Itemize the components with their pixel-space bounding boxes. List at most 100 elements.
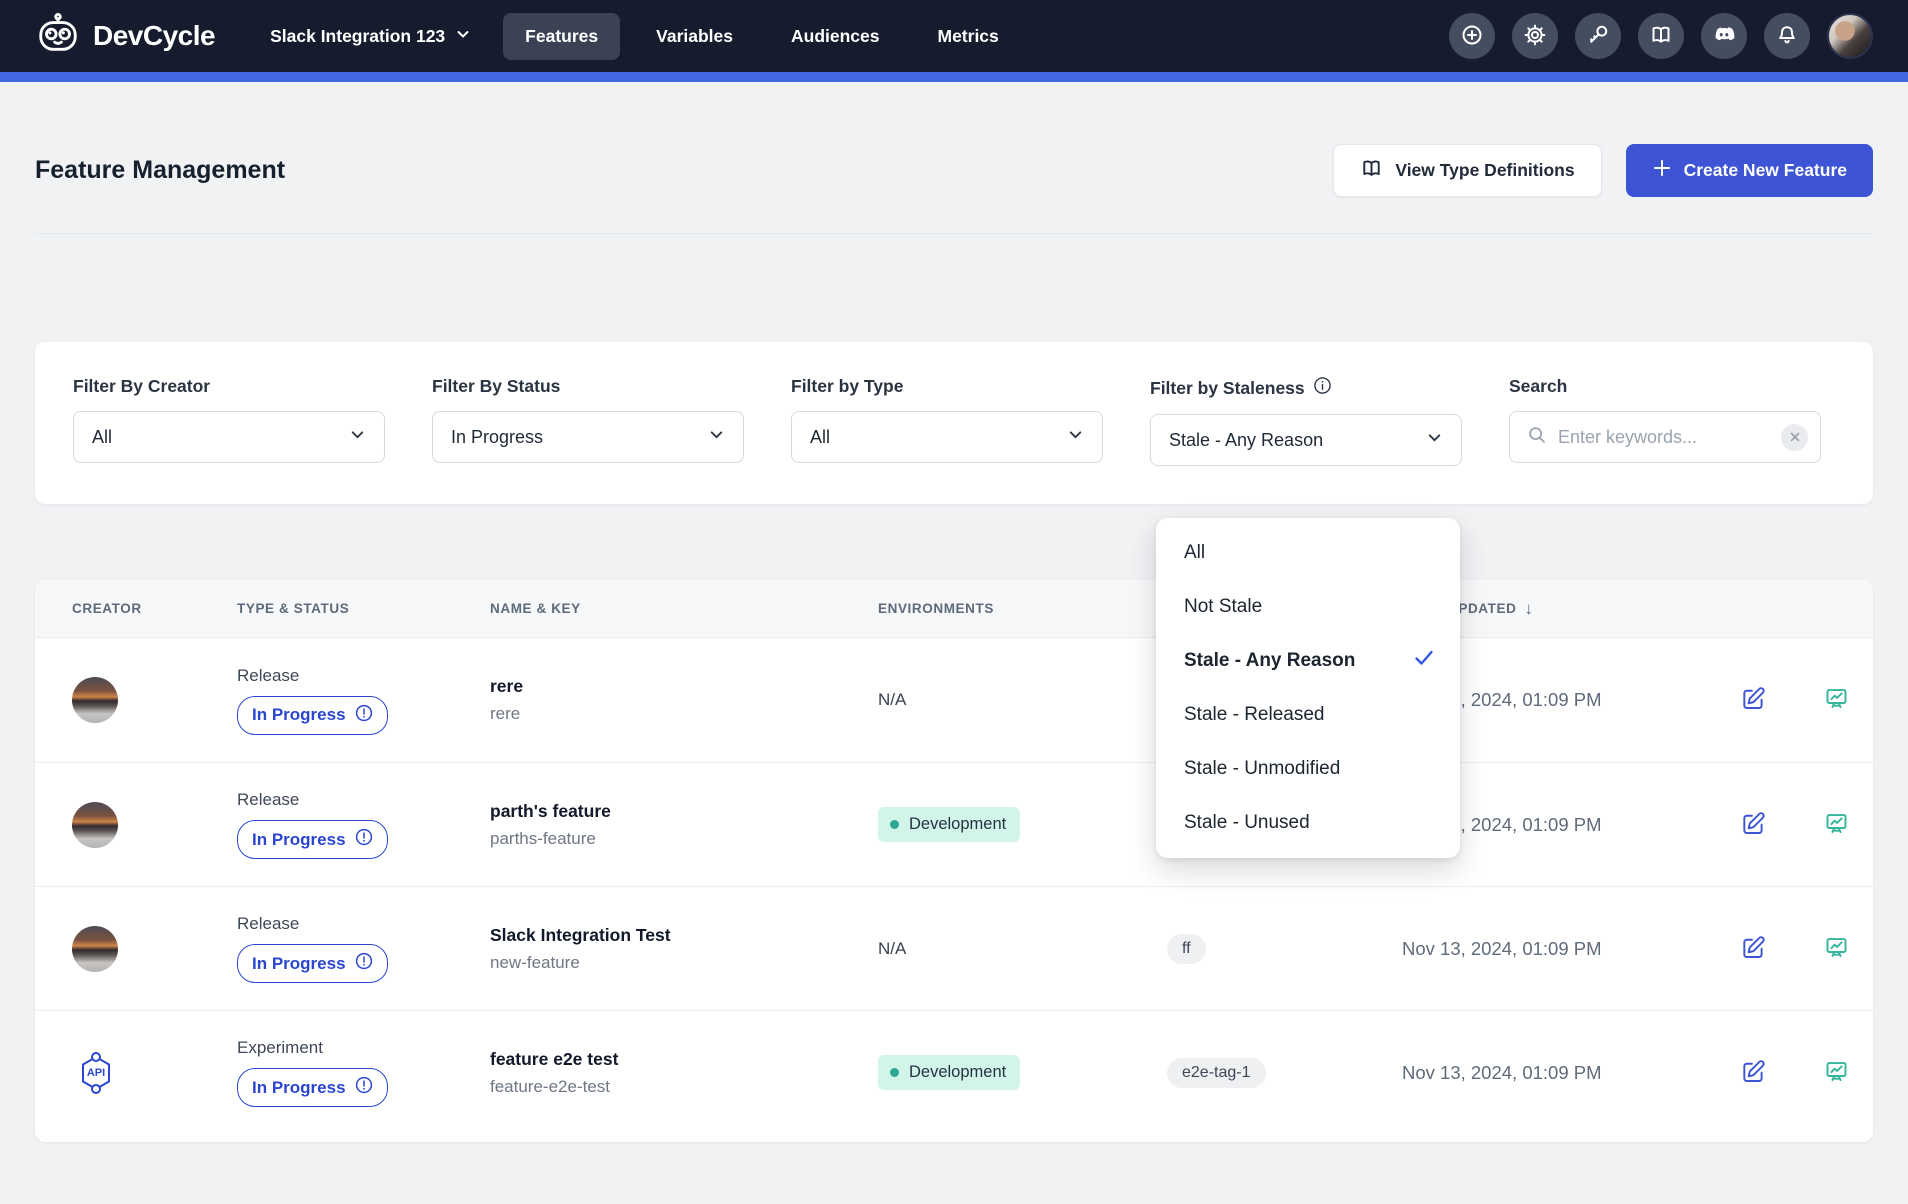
creator-avatar[interactable] bbox=[72, 802, 118, 848]
view-results-button[interactable] bbox=[1823, 810, 1850, 840]
search-icon bbox=[1526, 424, 1548, 451]
close-icon bbox=[1790, 430, 1800, 445]
menu-item-stale-any-reason[interactable]: Stale - Any Reason bbox=[1156, 634, 1460, 688]
plus-circle-icon bbox=[1460, 23, 1484, 50]
table-row[interactable]: API Experiment In Progress feature e2e t… bbox=[35, 1010, 1873, 1134]
header-actions: View Type Definitions Create New Feature bbox=[1333, 144, 1873, 197]
edit-icon bbox=[1740, 934, 1767, 964]
environment-name: Development bbox=[909, 1063, 1006, 1082]
view-results-button[interactable] bbox=[1823, 1058, 1850, 1088]
feature-name[interactable]: feature e2e test bbox=[490, 1049, 841, 1070]
status-badge[interactable]: In Progress bbox=[237, 820, 388, 859]
creator-avatar[interactable] bbox=[72, 926, 118, 972]
create-quick-button[interactable] bbox=[1449, 13, 1495, 59]
feature-name[interactable]: rere bbox=[490, 676, 841, 697]
tab-audiences[interactable]: Audiences bbox=[769, 13, 902, 60]
search-input[interactable] bbox=[1558, 427, 1771, 448]
clear-search-button[interactable] bbox=[1781, 424, 1808, 451]
tab-variables[interactable]: Variables bbox=[634, 13, 755, 60]
table-row[interactable]: Release In Progress parth's feature part… bbox=[35, 762, 1873, 886]
filter-status: Filter By Status In Progress bbox=[432, 376, 744, 466]
chevron-down-icon bbox=[349, 426, 366, 448]
search-box bbox=[1509, 411, 1821, 463]
env-dot-icon bbox=[890, 1068, 899, 1077]
table-row[interactable]: Release In Progress rere rere N/A Nov 13… bbox=[35, 638, 1873, 762]
environments-value: N/A bbox=[878, 939, 906, 958]
view-type-definitions-button[interactable]: View Type Definitions bbox=[1333, 144, 1601, 197]
docs-button[interactable] bbox=[1638, 13, 1684, 59]
devcycle-logo-icon bbox=[35, 12, 81, 61]
col-creator[interactable]: CREATOR bbox=[35, 601, 200, 616]
info-icon[interactable] bbox=[1313, 376, 1332, 400]
bell-icon bbox=[1775, 23, 1799, 50]
tab-metrics[interactable]: Metrics bbox=[916, 13, 1021, 60]
col-environments[interactable]: ENVIRONMENTS bbox=[841, 601, 1130, 616]
feature-key: new-feature bbox=[490, 953, 841, 973]
view-type-definitions-label: View Type Definitions bbox=[1395, 160, 1574, 181]
menu-item-stale-released[interactable]: Stale - Released bbox=[1156, 688, 1460, 742]
menu-item-all[interactable]: All bbox=[1156, 526, 1460, 580]
edit-icon bbox=[1740, 685, 1767, 715]
create-new-feature-button[interactable]: Create New Feature bbox=[1626, 144, 1873, 197]
main-content: Feature Management View Type Definitions bbox=[0, 144, 1908, 1142]
status-label: In Progress bbox=[252, 705, 346, 725]
header-divider bbox=[35, 233, 1873, 234]
filter-type-label: Filter by Type bbox=[791, 376, 1103, 397]
status-badge[interactable]: In Progress bbox=[237, 1068, 388, 1107]
menu-item-stale-unused[interactable]: Stale - Unused bbox=[1156, 796, 1460, 850]
creator-avatar[interactable] bbox=[72, 677, 118, 723]
edit-icon bbox=[1740, 810, 1767, 840]
tab-features[interactable]: Features bbox=[503, 13, 620, 60]
edit-feature-button[interactable] bbox=[1740, 934, 1767, 964]
filter-status-select[interactable]: In Progress bbox=[432, 411, 744, 463]
alert-circle-icon bbox=[355, 1076, 373, 1099]
feature-name[interactable]: parth's feature bbox=[490, 801, 841, 822]
env-dot-icon bbox=[890, 820, 899, 829]
filter-type-select[interactable]: All bbox=[791, 411, 1103, 463]
create-new-feature-label: Create New Feature bbox=[1684, 160, 1847, 181]
edit-feature-button[interactable] bbox=[1740, 810, 1767, 840]
check-icon bbox=[1412, 646, 1436, 676]
feature-type: Release bbox=[237, 666, 453, 686]
edit-icon bbox=[1740, 1058, 1767, 1088]
feature-name[interactable]: Slack Integration Test bbox=[490, 925, 841, 946]
col-name-key[interactable]: NAME & KEY bbox=[453, 601, 841, 616]
chevron-down-icon bbox=[1067, 426, 1084, 448]
chevron-down-icon bbox=[1426, 429, 1443, 451]
discord-button[interactable] bbox=[1701, 13, 1747, 59]
presentation-chart-icon bbox=[1823, 1058, 1850, 1088]
discord-icon bbox=[1712, 25, 1736, 48]
filter-creator-select[interactable]: All bbox=[73, 411, 385, 463]
project-switcher[interactable]: Slack Integration 123 bbox=[270, 26, 471, 47]
notifications-button[interactable] bbox=[1764, 13, 1810, 59]
view-results-button[interactable] bbox=[1823, 934, 1850, 964]
tags-cell: e2e-tag-1 bbox=[1130, 1058, 1365, 1088]
api-creator-badge: API bbox=[72, 1049, 120, 1097]
menu-item-label: Stale - Released bbox=[1184, 704, 1324, 726]
alert-circle-icon bbox=[355, 952, 373, 975]
plus-icon bbox=[1652, 158, 1672, 183]
brand[interactable]: DevCycle bbox=[35, 12, 215, 61]
filter-status-value: In Progress bbox=[451, 427, 543, 448]
menu-item-stale-unmodified[interactable]: Stale - Unmodified bbox=[1156, 742, 1460, 796]
menu-item-not-stale[interactable]: Not Stale bbox=[1156, 580, 1460, 634]
presentation-chart-icon bbox=[1823, 934, 1850, 964]
filter-staleness-select[interactable]: Stale - Any Reason bbox=[1150, 414, 1462, 466]
user-avatar[interactable] bbox=[1827, 13, 1873, 59]
navbar-actions bbox=[1449, 13, 1873, 59]
status-badge[interactable]: In Progress bbox=[237, 944, 388, 983]
feature-type: Release bbox=[237, 914, 453, 934]
status-label: In Progress bbox=[252, 954, 346, 974]
table-row[interactable]: Release In Progress Slack Integration Te… bbox=[35, 886, 1873, 1010]
tag-pill: e2e-tag-1 bbox=[1167, 1058, 1266, 1088]
edit-feature-button[interactable] bbox=[1740, 1058, 1767, 1088]
filter-search: Search bbox=[1509, 376, 1821, 466]
book-icon bbox=[1649, 23, 1673, 50]
table-header: CREATOR TYPE & STATUS NAME & KEY ENVIRON… bbox=[35, 580, 1873, 638]
api-keys-button[interactable] bbox=[1575, 13, 1621, 59]
view-results-button[interactable] bbox=[1823, 685, 1850, 715]
settings-button[interactable] bbox=[1512, 13, 1558, 59]
edit-feature-button[interactable] bbox=[1740, 685, 1767, 715]
status-badge[interactable]: In Progress bbox=[237, 696, 388, 735]
col-type-status[interactable]: TYPE & STATUS bbox=[200, 601, 453, 616]
